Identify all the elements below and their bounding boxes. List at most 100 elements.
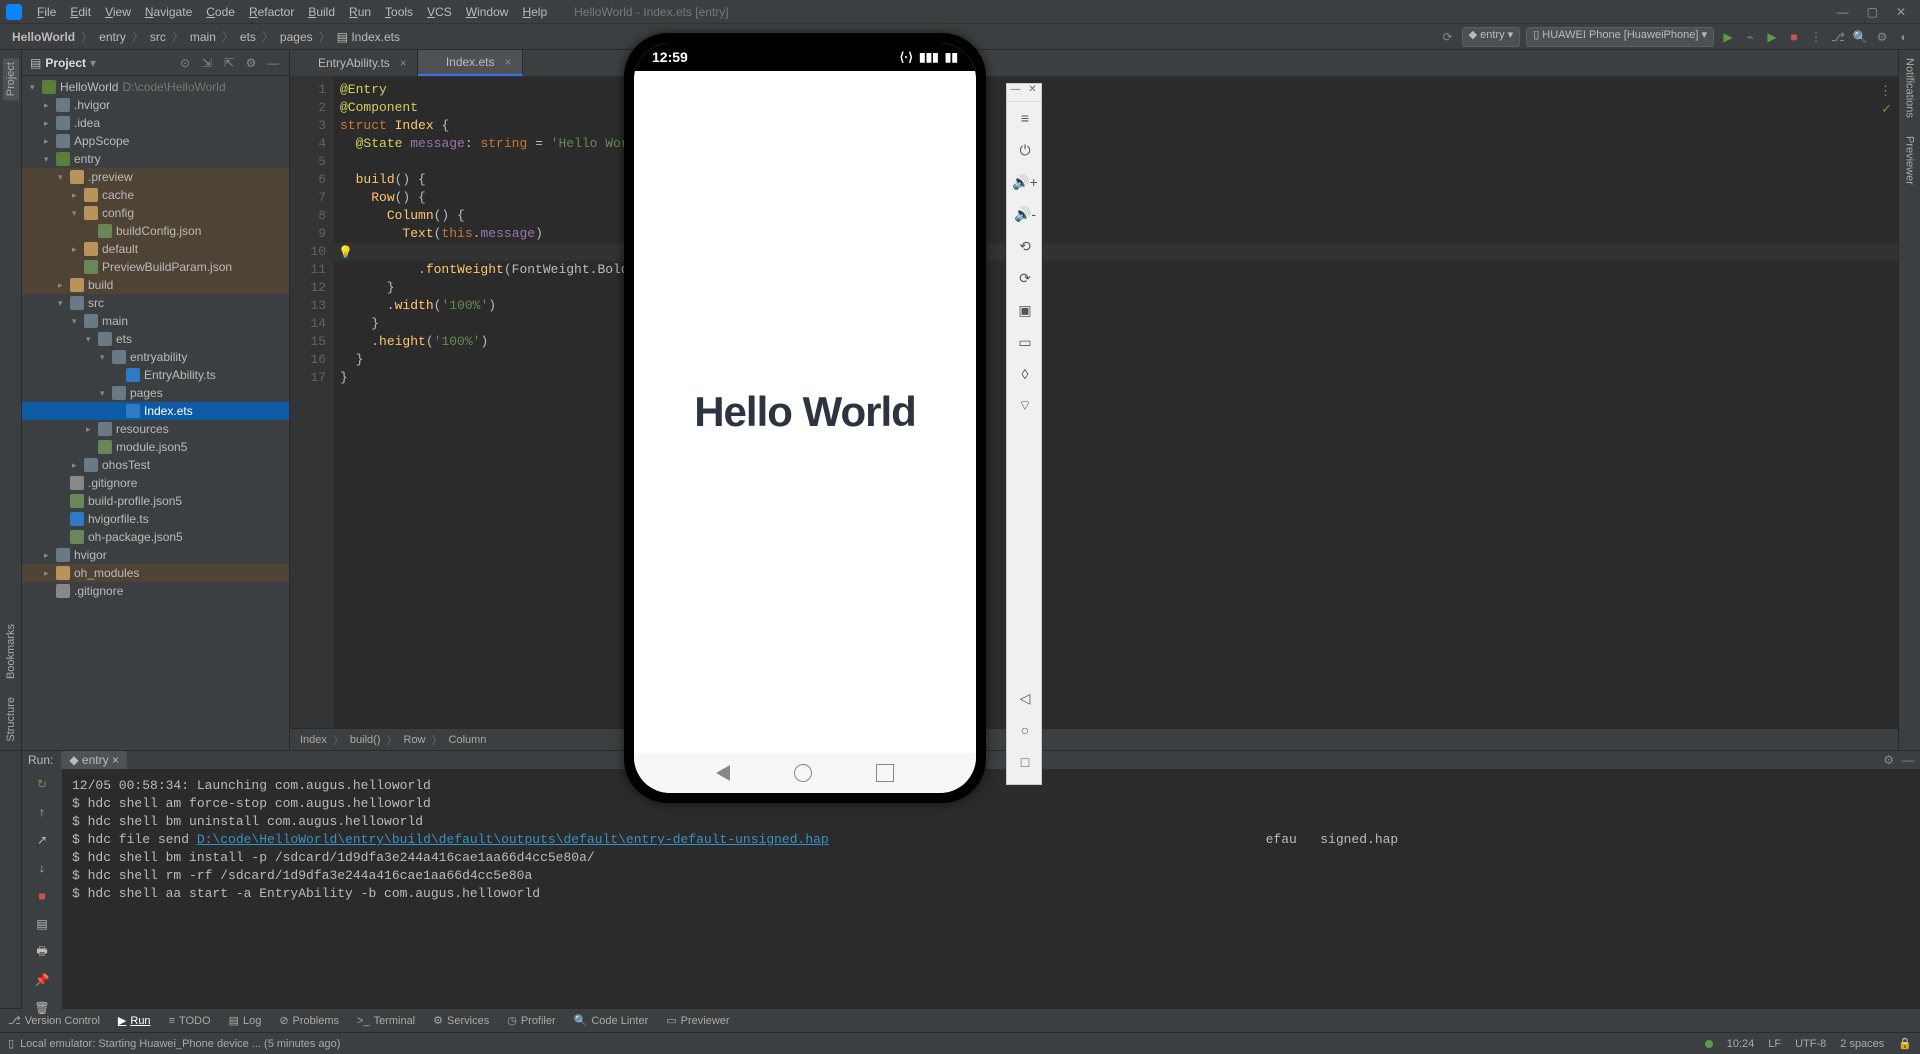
tree-node[interactable]: ▾ets	[22, 330, 289, 348]
preview-battery-icon[interactable]: ▭	[1007, 326, 1043, 358]
close-tab-icon[interactable]: ×	[400, 56, 407, 70]
editor-tab[interactable]: EntryAbility.ts×	[290, 50, 418, 76]
gear-icon[interactable]: ⚙	[1883, 753, 1894, 767]
print-icon[interactable]: 🖶	[33, 943, 51, 961]
tree-node[interactable]: hvigorfile.ts	[22, 510, 289, 528]
tree-node[interactable]: ▸ohosTest	[22, 456, 289, 474]
settings-icon[interactable]: ⚙	[243, 55, 259, 71]
breadcrumb-item[interactable]: ▤ Index.ets	[333, 30, 404, 44]
preview-close-icon[interactable]: ✕	[1024, 84, 1041, 101]
preview-power-icon[interactable]: ⏻	[1007, 134, 1043, 166]
search-icon[interactable]: 🔍	[1852, 29, 1868, 45]
phone-home-icon[interactable]	[794, 764, 812, 782]
close-button[interactable]: ✕	[1896, 5, 1906, 19]
tree-node[interactable]: ▸build	[22, 276, 289, 294]
tree-node[interactable]: .gitignore	[22, 474, 289, 492]
preview-volup-icon[interactable]: 🔊+	[1007, 166, 1043, 198]
device-dropdown[interactable]: ▯ HUAWEI Phone [HuaweiPhone] ▾	[1526, 27, 1714, 47]
menu-window[interactable]: Window	[459, 5, 516, 19]
code-text[interactable]: @Entry @Component struct Index { @State …	[334, 77, 652, 728]
sync-icon[interactable]: ⟳	[1440, 29, 1456, 45]
pin-icon[interactable]: 📌	[33, 971, 51, 989]
menu-build[interactable]: Build	[301, 5, 342, 19]
menu-navigate[interactable]: Navigate	[138, 5, 199, 19]
breadcrumb-item[interactable]: HelloWorld	[8, 30, 79, 44]
breadcrumb-item[interactable]: ets	[236, 30, 260, 44]
phone-recent-icon[interactable]	[876, 764, 894, 782]
tree-node[interactable]: ▾config	[22, 204, 289, 222]
select-opened-icon[interactable]: ⊙	[177, 55, 193, 71]
preview-recent-icon[interactable]: □	[1007, 746, 1043, 778]
editor-crumb[interactable]: Row	[404, 734, 426, 746]
preview-home-icon[interactable]: ○	[1007, 714, 1043, 746]
menu-help[interactable]: Help	[515, 5, 554, 19]
tree-node[interactable]: buildConfig.json	[22, 222, 289, 240]
tree-node[interactable]: oh-package.json5	[22, 528, 289, 546]
tree-node[interactable]: module.json5	[22, 438, 289, 456]
menu-edit[interactable]: Edit	[63, 5, 98, 19]
down-trace-icon[interactable]: ↓	[33, 859, 51, 877]
expand-all-icon[interactable]: ⇲	[199, 55, 215, 71]
attach-icon[interactable]: ↗	[33, 831, 51, 849]
menu-file[interactable]: File	[30, 5, 63, 19]
vcs-icon[interactable]: ⎇	[1830, 29, 1846, 45]
stop-run-icon[interactable]: ■	[33, 887, 51, 905]
more-icon[interactable]: ⋮	[1808, 29, 1824, 45]
minimize-button[interactable]: —	[1837, 5, 1849, 19]
status-indent[interactable]: 2 spaces	[1840, 1038, 1884, 1050]
sidebar-bookmarks[interactable]: Bookmarks	[5, 624, 17, 679]
stop-icon[interactable]: ■	[1786, 29, 1802, 45]
sidebar-structure[interactable]: Structure	[5, 697, 17, 742]
tree-node[interactable]: Index.ets	[22, 402, 289, 420]
sidebar-notifications[interactable]: Notifications	[1904, 58, 1916, 118]
tool-version-control[interactable]: ⎇Version Control	[8, 1014, 100, 1027]
intention-bulb-icon[interactable]: 💡	[338, 244, 353, 262]
preview-location-icon[interactable]: ◊	[1007, 358, 1043, 390]
tree-node[interactable]: ▾entryability	[22, 348, 289, 366]
phone-back-icon[interactable]	[716, 765, 730, 781]
menu-refactor[interactable]: Refactor	[242, 5, 301, 19]
menu-run[interactable]: Run	[342, 5, 378, 19]
maximize-button[interactable]: ▢	[1867, 5, 1878, 19]
tree-node[interactable]: PreviewBuildParam.json	[22, 258, 289, 276]
run-icon[interactable]: ▶	[1720, 29, 1736, 45]
breadcrumb-item[interactable]: src	[146, 30, 170, 44]
tree-node[interactable]: ▸oh_modules	[22, 564, 289, 582]
tree-node[interactable]: EntryAbility.ts	[22, 366, 289, 384]
tree-node[interactable]: ▸AppScope	[22, 132, 289, 150]
run-console[interactable]: 12/05 00:58:34: Launching com.augus.hell…	[62, 769, 1920, 1017]
menu-view[interactable]: View	[98, 5, 138, 19]
hide-panel-icon[interactable]: —	[265, 55, 281, 71]
preview-back-icon[interactable]: ◁	[1007, 682, 1043, 714]
preview-wifi-icon[interactable]: ⌔	[1007, 390, 1043, 422]
layout-icon[interactable]: ▤	[33, 915, 51, 933]
tool-problems[interactable]: ⊘Problems	[279, 1014, 339, 1027]
tree-node[interactable]: ▾main	[22, 312, 289, 330]
tree-node[interactable]: ▸cache	[22, 186, 289, 204]
editor-crumb[interactable]: Index	[300, 734, 327, 746]
run-config-dropdown[interactable]: ◆ entry ▾	[1462, 27, 1521, 47]
status-line-ending[interactable]: LF	[1768, 1038, 1781, 1050]
tool-terminal[interactable]: >_Terminal	[357, 1015, 415, 1027]
menu-code[interactable]: Code	[199, 5, 242, 19]
menu-vcs[interactable]: VCS	[420, 5, 459, 19]
settings-icon[interactable]: ⚙	[1874, 29, 1890, 45]
breadcrumb-item[interactable]: entry	[95, 30, 130, 44]
hide-icon[interactable]: —	[1902, 753, 1914, 767]
sidebar-project[interactable]: Project	[3, 58, 19, 100]
tree-node[interactable]: ▾pages	[22, 384, 289, 402]
tool-code-linter[interactable]: 🔍Code Linter	[574, 1014, 649, 1027]
tool-profiler[interactable]: ◷Profiler	[507, 1014, 555, 1027]
tree-node[interactable]: build-profile.json5	[22, 492, 289, 510]
editor-crumb[interactable]: build()	[350, 734, 381, 746]
sidebar-previewer[interactable]: Previewer	[1904, 136, 1916, 185]
editor-crumb[interactable]: Column	[449, 734, 487, 746]
tree-node[interactable]: ▾entry	[22, 150, 289, 168]
preview-voldown-icon[interactable]: 🔊-	[1007, 198, 1043, 230]
tree-node[interactable]: ▸default	[22, 240, 289, 258]
project-tree[interactable]: ▾HelloWorld D:\code\HelloWorld▸.hvigor▸.…	[22, 76, 289, 750]
coverage-icon[interactable]: ▶	[1764, 29, 1780, 45]
close-tab-icon[interactable]: ×	[505, 55, 512, 69]
preview-rotate-right-icon[interactable]: ⟳	[1007, 262, 1043, 294]
tree-node[interactable]: ▸.idea	[22, 114, 289, 132]
